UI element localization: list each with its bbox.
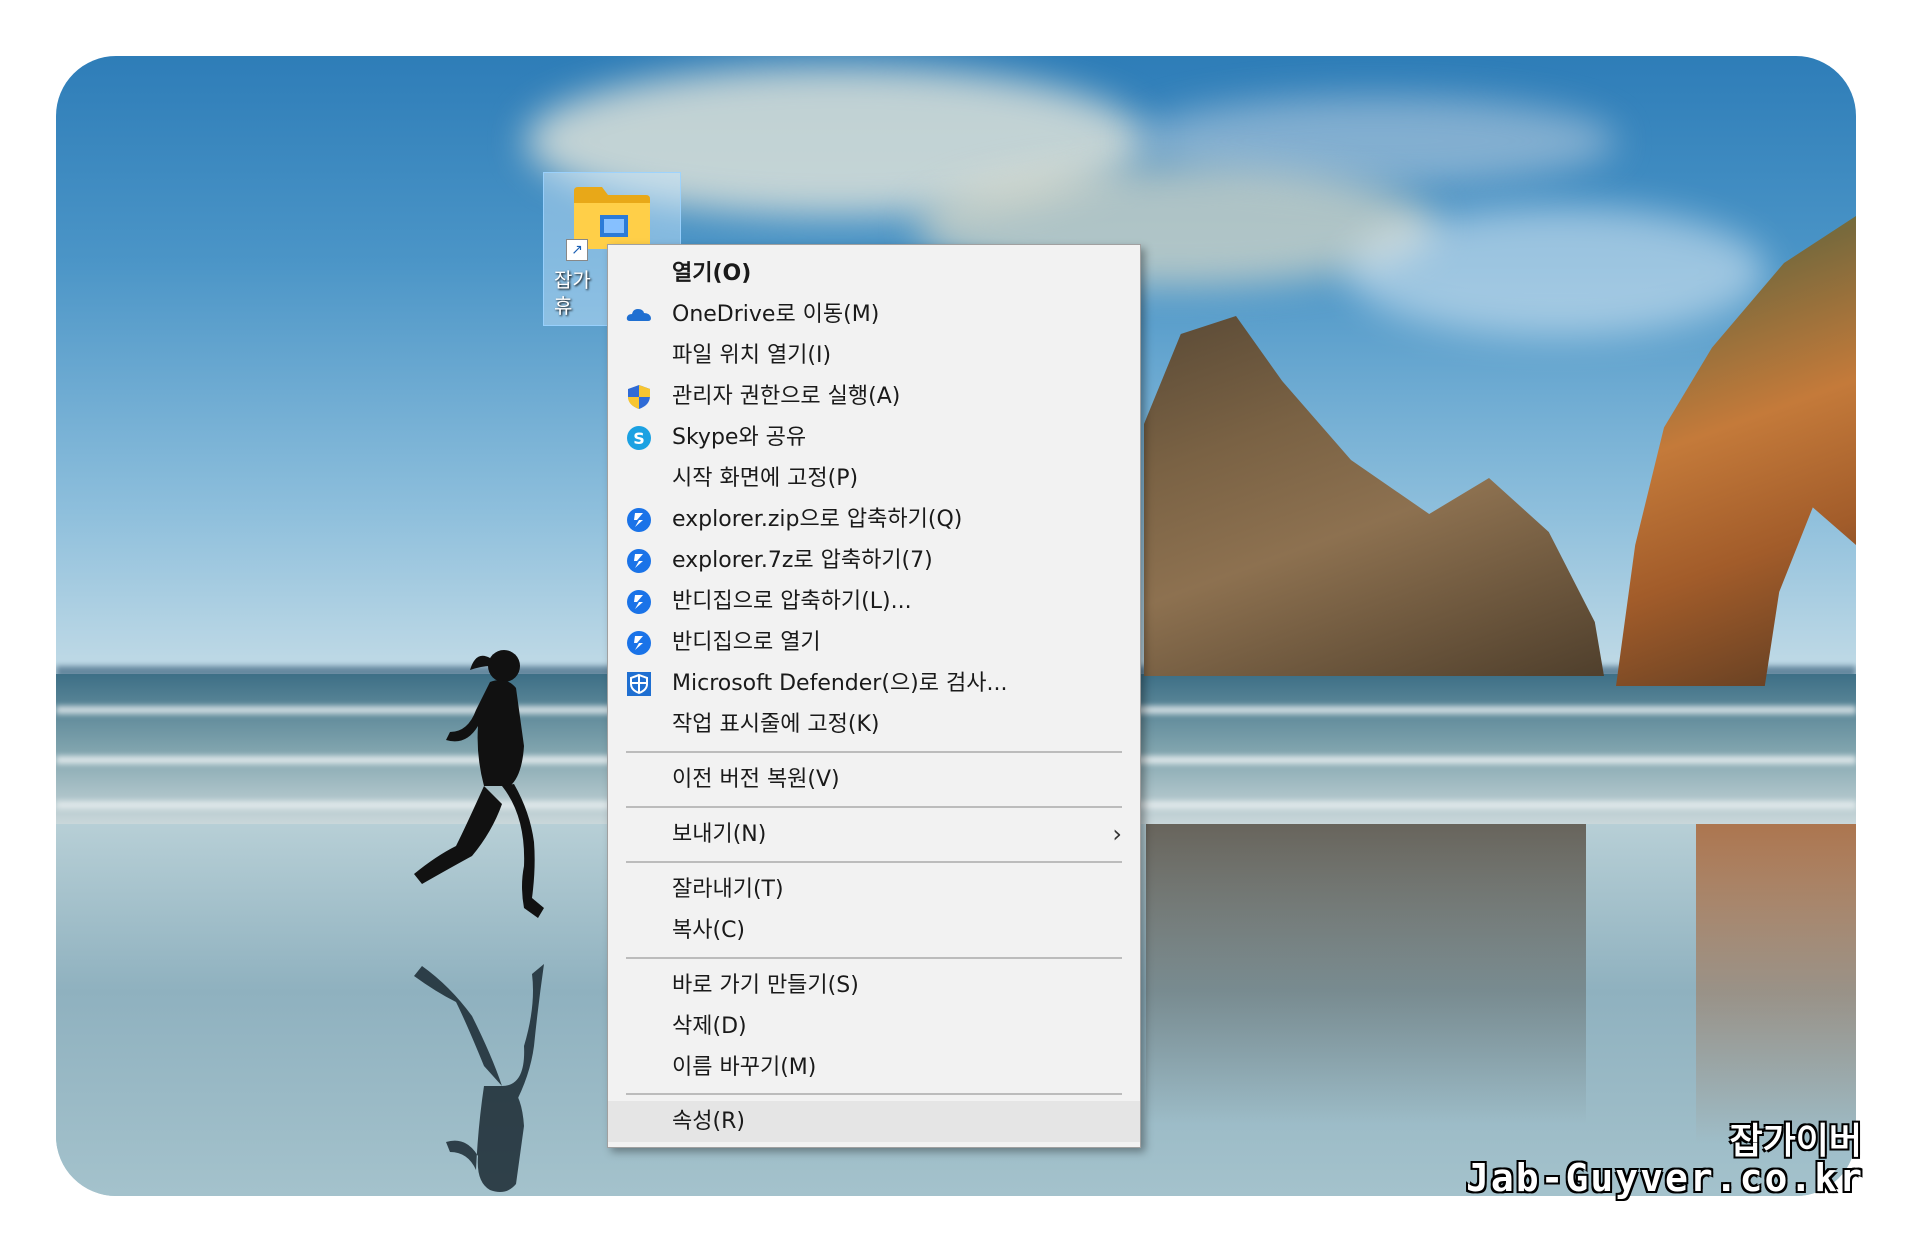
menu-item-label: 보내기(N) — [672, 822, 767, 847]
menu-item-create-shortcut[interactable]: 바로 가기 만들기(S) — [608, 965, 1140, 1006]
menu-item-label: 열기(O) — [672, 261, 752, 286]
menu-item-compress-7z[interactable]: explorer.7z로 압축하기(7) — [608, 540, 1140, 581]
menu-separator — [626, 1093, 1122, 1095]
chevron-right-icon: › — [1112, 820, 1122, 848]
menu-item-label: 관리자 권한으로 실행(A) — [672, 384, 901, 409]
menu-item-label: Skype와 공유 — [672, 425, 807, 450]
menu-item-copy[interactable]: 복사(C) — [608, 910, 1140, 951]
menu-item-label: 이전 버전 복원(V) — [672, 767, 840, 792]
menu-item-label: 작업 표시줄에 고정(K) — [672, 712, 880, 737]
cloud — [1346, 206, 1766, 336]
menu-separator — [626, 751, 1122, 753]
menu-item-cut[interactable]: 잘라내기(T) — [608, 869, 1140, 910]
arch-reflection — [1696, 824, 1856, 1144]
menu-item-pin-to-start[interactable]: 시작 화면에 고정(P) — [608, 458, 1140, 499]
menu-item-label: 바로 가기 만들기(S) — [672, 973, 859, 998]
bandizip-icon — [627, 631, 651, 655]
menu-item-label: 반디집으로 열기 — [672, 630, 821, 655]
menu-item-send-to[interactable]: 보내기(N) › — [608, 814, 1140, 855]
menu-separator — [626, 957, 1122, 959]
menu-item-rename[interactable]: 이름 바꾸기(M) — [608, 1047, 1140, 1088]
uac-shield-icon — [628, 385, 650, 409]
watermark-url: Jab-Guyver.co.kr — [1465, 1156, 1864, 1200]
context-menu: 열기(O) OneDrive로 이동(M) 파일 위치 열기(I) 관리자 권한… — [607, 244, 1141, 1148]
menu-item-label: 삭제(D) — [672, 1014, 747, 1039]
menu-item-label: 이름 바꾸기(M) — [672, 1055, 817, 1080]
menu-item-label: explorer.7z로 압축하기(7) — [672, 548, 933, 573]
menu-item-delete[interactable]: 삭제(D) — [608, 1006, 1140, 1047]
skype-icon: S — [627, 426, 651, 450]
menu-item-open-bandizip[interactable]: 반디집으로 열기 — [608, 622, 1140, 663]
menu-item-run-as-admin[interactable]: 관리자 권한으로 실행(A) — [608, 376, 1140, 417]
menu-item-label: 반디집으로 압축하기(L)... — [672, 589, 912, 614]
menu-item-restore-previous-versions[interactable]: 이전 버전 복원(V) — [608, 759, 1140, 800]
menu-separator — [626, 861, 1122, 863]
runner-reflection — [414, 964, 544, 1192]
bandizip-icon — [627, 549, 651, 573]
menu-item-compress-bandizip[interactable]: 반디집으로 압축하기(L)... — [608, 581, 1140, 622]
shortcut-arrow-icon: ↗ — [566, 239, 588, 261]
menu-item-properties[interactable]: 속성(R) — [608, 1101, 1140, 1142]
bandizip-icon — [627, 508, 651, 532]
menu-item-label: OneDrive로 이동(M) — [672, 302, 880, 327]
menu-item-label: 속성(R) — [672, 1109, 745, 1134]
menu-item-label: 파일 위치 열기(I) — [672, 343, 832, 368]
onedrive-cloud-icon — [626, 309, 651, 321]
runner-silhouette — [414, 650, 544, 918]
menu-item-label: explorer.zip으로 압축하기(Q) — [672, 507, 963, 532]
menu-item-defender-scan[interactable]: Microsoft Defender(으)로 검사... — [608, 663, 1140, 704]
menu-item-move-to-onedrive[interactable]: OneDrive로 이동(M) — [608, 294, 1140, 335]
menu-item-label: 시작 화면에 고정(P) — [672, 466, 859, 491]
rock-reflection — [1146, 824, 1586, 1124]
menu-item-label: 잘라내기(T) — [672, 877, 784, 902]
rock-formation — [1144, 316, 1604, 676]
menu-item-label: Microsoft Defender(으)로 검사... — [672, 671, 1008, 696]
menu-separator — [626, 806, 1122, 808]
menu-item-open-file-location[interactable]: 파일 위치 열기(I) — [608, 335, 1140, 376]
menu-item-pin-to-taskbar[interactable]: 작업 표시줄에 고정(K) — [608, 704, 1140, 745]
menu-item-label: 복사(C) — [672, 918, 746, 943]
bandizip-icon — [627, 590, 651, 614]
menu-item-share-skype[interactable]: S Skype와 공유 — [608, 417, 1140, 458]
menu-item-compress-zip[interactable]: explorer.zip으로 압축하기(Q) — [608, 499, 1140, 540]
defender-icon — [627, 672, 651, 696]
svg-text:S: S — [633, 429, 645, 448]
menu-item-open[interactable]: 열기(O) — [608, 253, 1140, 294]
